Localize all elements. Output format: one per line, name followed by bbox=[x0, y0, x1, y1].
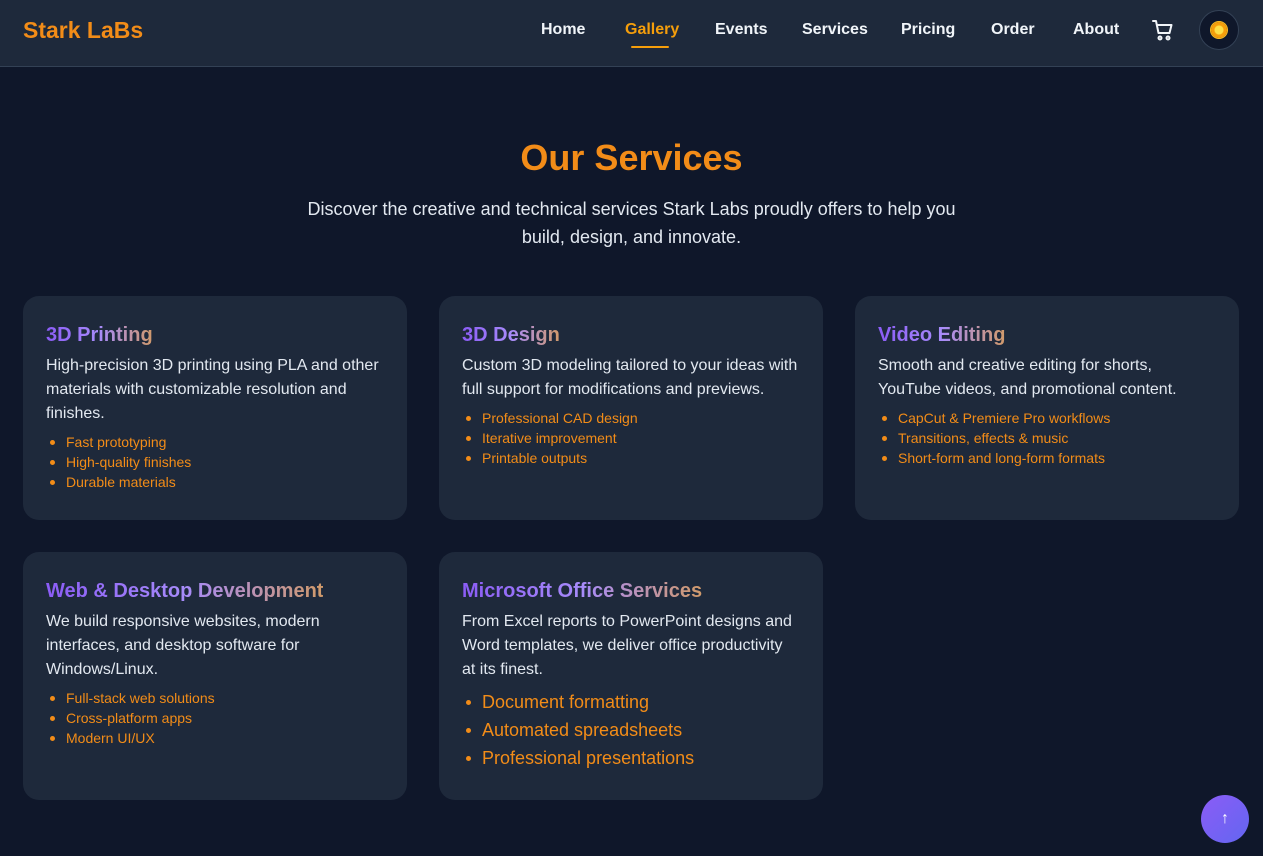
feature-list: Fast prototyping High-quality finishes D… bbox=[46, 432, 384, 492]
nav-link-order[interactable]: Order bbox=[991, 21, 1035, 39]
cart-icon[interactable] bbox=[1151, 18, 1175, 42]
theme-toggle-button[interactable] bbox=[1199, 10, 1239, 50]
sun-icon bbox=[1211, 22, 1227, 38]
service-title: Microsoft Office Services bbox=[462, 580, 703, 602]
feature-item: High-quality finishes bbox=[46, 452, 384, 472]
nav-link-gallery[interactable]: Gallery bbox=[625, 21, 679, 39]
service-description: High-precision 3D printing using PLA and… bbox=[46, 357, 379, 422]
service-title: 3D Printing bbox=[46, 324, 153, 346]
nav-link-events[interactable]: Events bbox=[715, 21, 767, 39]
feature-item: Durable materials bbox=[46, 472, 384, 492]
feature-item: Cross-platform apps bbox=[46, 708, 384, 728]
page-title: Our Services bbox=[520, 137, 743, 178]
service-card-3d-printing: 3D Printing High-precision 3D printing u… bbox=[23, 296, 407, 520]
feature-item: Modern UI/UX bbox=[46, 728, 384, 748]
feature-list: CapCut & Premiere Pro workflows Transiti… bbox=[878, 408, 1216, 468]
service-description: Smooth and creative editing for shorts, … bbox=[878, 357, 1177, 398]
nav-link-home[interactable]: Home bbox=[541, 21, 585, 39]
feature-list: Full-stack web solutions Cross-platform … bbox=[46, 688, 384, 748]
active-nav-indicator bbox=[631, 46, 669, 48]
nav-link-about[interactable]: About bbox=[1073, 21, 1119, 39]
service-card-microsoft-office: Microsoft Office Services From Excel rep… bbox=[439, 552, 823, 800]
feature-item: Short-form and long-form formats bbox=[878, 448, 1216, 468]
feature-item: Professional CAD design bbox=[462, 408, 800, 428]
service-description: From Excel reports to PowerPoint designs… bbox=[462, 613, 792, 678]
feature-item: Professional presentations bbox=[462, 744, 800, 772]
feature-list: Document formatting Automated spreadshee… bbox=[462, 688, 800, 772]
service-description: We build responsive websites, modern int… bbox=[46, 613, 320, 678]
feature-item: Document formatting bbox=[462, 688, 800, 716]
service-title: 3D Design bbox=[462, 324, 560, 346]
feature-item: CapCut & Premiere Pro workflows bbox=[878, 408, 1216, 428]
feature-item: Automated spreadsheets bbox=[462, 716, 800, 744]
page-subtitle: Discover the creative and technical serv… bbox=[307, 199, 956, 247]
service-title: Video Editing bbox=[878, 324, 1006, 346]
feature-item: Full-stack web solutions bbox=[46, 688, 384, 708]
arrow-up-icon: ↑ bbox=[1221, 810, 1229, 827]
service-card-3d-design: 3D Design Custom 3D modeling tailored to… bbox=[439, 296, 823, 520]
feature-item: Transitions, effects & music bbox=[878, 428, 1216, 448]
feature-item: Printable outputs bbox=[462, 448, 800, 468]
feature-item: Fast prototyping bbox=[46, 432, 384, 452]
nav-link-pricing[interactable]: Pricing bbox=[901, 21, 955, 39]
nav-link-services[interactable]: Services bbox=[802, 21, 868, 39]
feature-list: Professional CAD design Iterative improv… bbox=[462, 408, 800, 468]
scroll-to-top-button[interactable]: ↑ bbox=[1201, 795, 1249, 843]
navbar: Stark LaBs Home Gallery Events Services … bbox=[0, 0, 1263, 67]
service-title: Web & Desktop Development bbox=[46, 580, 324, 602]
feature-item: Iterative improvement bbox=[462, 428, 800, 448]
service-card-web-desktop-development: Web & Desktop Development We build respo… bbox=[23, 552, 407, 800]
service-card-video-editing: Video Editing Smooth and creative editin… bbox=[855, 296, 1239, 520]
service-description: Custom 3D modeling tailored to your idea… bbox=[462, 357, 798, 398]
brand-logo[interactable]: Stark LaBs bbox=[23, 17, 143, 44]
